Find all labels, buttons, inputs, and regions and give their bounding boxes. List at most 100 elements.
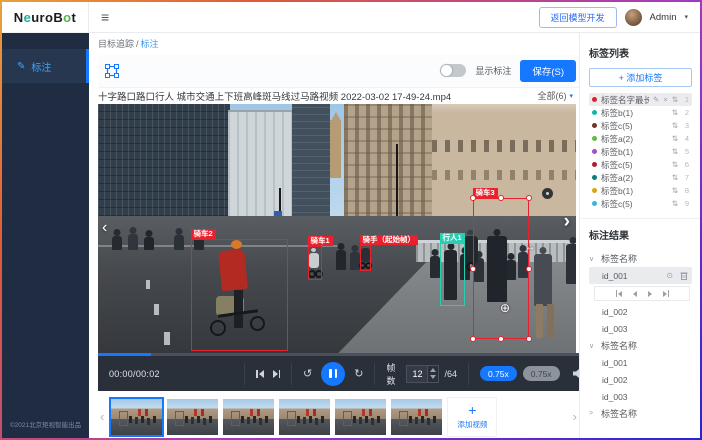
step-up-icon[interactable] xyxy=(430,368,436,372)
scene-lane-dash xyxy=(154,304,159,315)
label-index: 4 xyxy=(682,134,689,143)
label-row[interactable]: 标签名字最长数... ✎ × ⇅ 1 xyxy=(589,93,692,106)
label-row[interactable]: 标签b(1) ⇅ 5 xyxy=(589,145,692,158)
video-next-arrow[interactable]: › xyxy=(564,212,570,231)
resize-handle[interactable] xyxy=(470,195,476,201)
breadcrumb-separator: / xyxy=(136,39,139,49)
result-item-selected[interactable]: id_001 ⊙ xyxy=(589,267,692,284)
show-annotations-label: 显示标注 xyxy=(475,64,511,77)
video-canvas[interactable]: 骑车2 骑车1 骑手（起始帧） 行人1 骑车3 xyxy=(98,104,576,353)
frame-count-label: 帧数 xyxy=(386,361,401,387)
work-area: 目标追踪 / 标注 显示标注 保存(S) xyxy=(89,33,579,438)
prev-frame-icon[interactable] xyxy=(256,370,264,378)
annotation-box[interactable]: 行人1 xyxy=(440,243,465,306)
label-name: 标签a(2) xyxy=(601,133,668,145)
chevron-down-icon: ▾ xyxy=(569,92,573,100)
result-item[interactable]: id_003 xyxy=(589,388,692,405)
result-group-header-collapsed[interactable]: > 标签名称 xyxy=(589,405,692,422)
label-index: 1 xyxy=(682,95,689,104)
resize-handle[interactable] xyxy=(470,266,476,272)
rewind-10-icon[interactable]: ↺ xyxy=(303,367,312,380)
speed-pill-secondary[interactable]: 0.75x xyxy=(523,366,560,381)
sort-icon[interactable]: ⇅ xyxy=(672,121,678,130)
rect-select-tool-icon[interactable] xyxy=(104,63,120,79)
edit-icon[interactable]: ✎ xyxy=(653,95,659,104)
pause-button[interactable] xyxy=(321,362,345,386)
logo-text: o xyxy=(63,10,71,25)
avatar[interactable] xyxy=(625,9,642,26)
save-button[interactable]: 保存(S) xyxy=(520,60,576,82)
annotation-box-selected[interactable]: 骑车3 xyxy=(473,198,529,339)
result-item-id: id_002 xyxy=(602,307,628,317)
next-frame-icon[interactable] xyxy=(273,370,281,378)
label-row[interactable]: 标签c(5) ⇅ 9 xyxy=(589,197,692,210)
result-group-header[interactable]: ∨ 标签名称 xyxy=(589,250,692,267)
annotation-box[interactable]: 骑车1 xyxy=(308,246,322,280)
last-frame-icon[interactable] xyxy=(663,290,669,297)
progress-bar[interactable] xyxy=(98,353,579,356)
sort-icon[interactable]: ⇅ xyxy=(672,108,678,117)
prev-frame-page-icon[interactable] xyxy=(633,291,637,297)
sort-icon[interactable]: ⇅ xyxy=(672,199,678,208)
label-color-dot xyxy=(592,188,597,193)
playback-section: ↺ ↻ xyxy=(291,363,374,385)
frame-stepper[interactable] xyxy=(428,365,439,383)
logo-text: t xyxy=(71,10,76,25)
speed-pill-active[interactable]: 0.75x xyxy=(480,366,517,381)
scene-lane-dash xyxy=(164,332,170,345)
filmstrip-next-icon[interactable]: › xyxy=(571,409,579,424)
video-thumbnail[interactable] xyxy=(223,399,274,435)
result-item[interactable]: id_002 xyxy=(589,303,692,320)
label-row[interactable]: 标签c(5) ⇅ 3 xyxy=(589,119,692,132)
result-item[interactable]: id_001 xyxy=(589,354,692,371)
label-row[interactable]: 标签b(1) ⇅ 8 xyxy=(589,184,692,197)
label-row[interactable]: 标签c(5) ⇅ 6 xyxy=(589,158,692,171)
sidebar-item-annotate[interactable]: ✎ 标注 xyxy=(2,49,89,83)
close-icon[interactable]: × xyxy=(663,95,667,104)
next-frame-page-icon[interactable] xyxy=(648,291,652,297)
breadcrumb-parent[interactable]: 目标追踪 xyxy=(98,37,134,50)
filter-value: 全部(6) xyxy=(537,89,566,102)
label-row[interactable]: 标签a(2) ⇅ 4 xyxy=(589,132,692,145)
video-thumbnail-selected[interactable] xyxy=(111,399,162,435)
video-thumbnail[interactable] xyxy=(335,399,386,435)
first-frame-icon[interactable] xyxy=(616,290,622,297)
label-filter-dropdown[interactable]: 全部(6) ▾ xyxy=(537,89,579,102)
scene-person xyxy=(336,250,346,270)
show-annotations-toggle[interactable] xyxy=(440,64,466,77)
label-name: 标签c(5) xyxy=(601,198,668,210)
label-color-dot xyxy=(592,97,597,102)
annotation-box[interactable]: 骑车2 xyxy=(191,239,288,351)
clock-icon[interactable]: ⊙ xyxy=(666,271,673,280)
sort-icon[interactable]: ⇅ xyxy=(672,147,678,156)
sort-icon[interactable]: ⇅ xyxy=(672,186,678,195)
annotation-box[interactable]: 骑手（起始帧） xyxy=(360,245,371,271)
video-thumbnail[interactable] xyxy=(391,399,442,435)
volume-icon[interactable] xyxy=(572,368,584,379)
video-prev-arrow[interactable]: ‹ xyxy=(102,220,107,236)
video-thumbnail[interactable] xyxy=(167,399,218,435)
label-row[interactable]: 标签b(1) ⇅ 2 xyxy=(589,106,692,119)
resize-handle[interactable] xyxy=(526,266,532,272)
sort-icon[interactable]: ⇅ xyxy=(672,173,678,182)
result-item[interactable]: id_002 xyxy=(589,371,692,388)
resize-handle[interactable] xyxy=(498,195,504,201)
chevron-down-icon: ▾ xyxy=(684,13,688,21)
sort-icon[interactable]: ⇅ xyxy=(672,160,678,169)
result-item[interactable]: id_003 xyxy=(589,320,692,337)
forward-10-icon[interactable]: ↻ xyxy=(354,367,363,380)
result-group-header[interactable]: ∨ 标签名称 xyxy=(589,337,692,354)
frame-number-input[interactable]: 12 xyxy=(406,365,428,383)
label-row[interactable]: 标签a(2) ⇅ 7 xyxy=(589,171,692,184)
sort-icon[interactable]: ⇅ xyxy=(672,95,678,104)
trash-icon[interactable] xyxy=(680,271,688,280)
user-name[interactable]: Admin xyxy=(650,12,677,23)
sort-icon[interactable]: ⇅ xyxy=(672,134,678,143)
menu-collapse-icon[interactable]: ≡ xyxy=(101,9,109,25)
step-down-icon[interactable] xyxy=(430,375,436,379)
filmstrip-prev-icon[interactable]: ‹ xyxy=(98,409,106,424)
add-label-button[interactable]: + 添加标签 xyxy=(589,68,692,87)
back-to-model-dev-button[interactable]: 返回模型开发 xyxy=(539,7,617,28)
add-video-button[interactable]: + 添加视频 xyxy=(447,397,497,437)
video-thumbnail[interactable] xyxy=(279,399,330,435)
